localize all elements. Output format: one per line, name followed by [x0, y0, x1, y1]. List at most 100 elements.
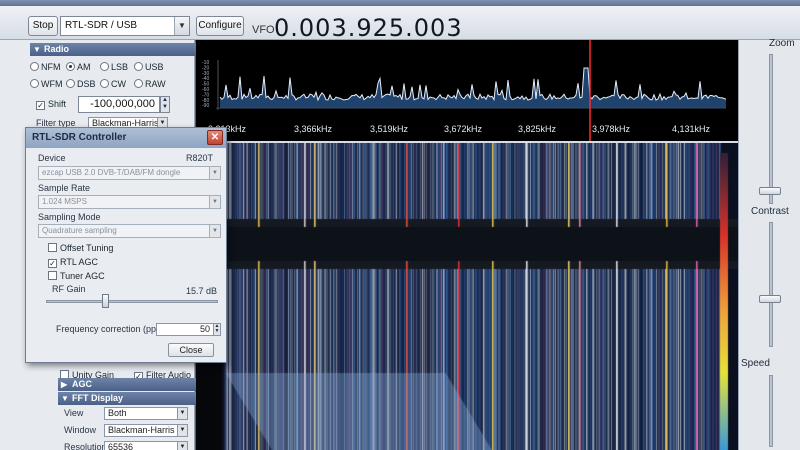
rtl-sdr-controller-dialog: RTL-SDR Controller ✕ Device R820T ezcap …: [25, 127, 227, 363]
shift-checkbox-box: ✓: [36, 101, 45, 110]
chevron-down-icon: ▼: [177, 442, 187, 450]
close-button[interactable]: Close: [168, 343, 214, 357]
mode-radio-raw[interactable]: RAW: [134, 79, 166, 89]
zoom-slider-track[interactable]: [769, 54, 773, 204]
chevron-down-icon: ▼: [209, 167, 220, 179]
rtl-agc-label: RTL AGC: [60, 257, 99, 267]
sample-rate-select[interactable]: 1.024 MSPS ▼: [38, 195, 221, 209]
mode-label: LSB: [111, 62, 129, 72]
resolution-select[interactable]: 65536 ▼: [104, 441, 188, 450]
agc-section-title: AGC: [72, 379, 92, 389]
rf-gain-label: RF Gain: [52, 284, 86, 294]
offset-tuning-checkbox[interactable]: Offset Tuning: [48, 243, 113, 253]
frequency-tick-label: 3,519kHz: [370, 124, 409, 134]
rtl-agc-checkbox[interactable]: ✓ RTL AGC: [48, 257, 98, 268]
source-select-value: RTL-SDR / USB: [65, 20, 138, 31]
stop-button[interactable]: Stop: [28, 16, 58, 36]
rf-gain-value: 15.7 dB: [186, 286, 218, 296]
spectrum-analyzer[interactable]: -10-20-30-40-50-60-70-80-90 3,213kHz 3,36…: [196, 40, 738, 143]
sampling-mode-value: Quadrature sampling: [42, 226, 117, 235]
mode-radio-dsb[interactable]: DSB: [66, 79, 96, 89]
window-select[interactable]: Blackman-Harris ▼: [104, 424, 188, 437]
view-select[interactable]: Both ▼: [104, 407, 188, 420]
close-icon[interactable]: ✕: [207, 130, 223, 145]
radio-section-title: Radio: [44, 44, 70, 54]
radio-dot: [134, 79, 143, 88]
offset-tuning-label: Offset Tuning: [60, 243, 114, 253]
tuner-agc-checkbox-box: [48, 271, 57, 280]
configure-button[interactable]: Configure: [196, 16, 244, 36]
mode-radio-cw[interactable]: CW: [100, 79, 126, 89]
mode-label: USB: [145, 62, 164, 72]
resolution-value: 65536: [108, 442, 134, 450]
chevron-down-icon: ▼: [33, 45, 41, 54]
frequency-tick-label: 3,366kHz: [294, 124, 333, 134]
contrast-slider-track[interactable]: [769, 222, 773, 347]
chevron-right-icon: ▶: [61, 380, 68, 389]
right-panel: Zoom Contrast Speed: [738, 38, 800, 450]
frequency-correction-input[interactable]: 50: [156, 323, 214, 336]
zoom-label: Zoom: [769, 38, 795, 49]
zoom-slider-thumb[interactable]: [759, 187, 781, 195]
mode-label: AM: [77, 62, 91, 72]
sampling-mode-select[interactable]: Quadrature sampling ▼: [38, 224, 221, 238]
shift-checkbox[interactable]: ✓ Shift: [36, 99, 66, 110]
rf-gain-slider-track[interactable]: [46, 300, 218, 303]
vfo-label: VFO: [252, 24, 275, 36]
mode-radio-nfm[interactable]: NFM: [30, 62, 61, 72]
offset-tuning-checkbox-box: [48, 243, 57, 252]
frequency-tick-label: 4,131kHz: [672, 124, 711, 134]
db-tick-label: -90: [202, 103, 209, 109]
vfo-frequency-display[interactable]: 0.003.925.003: [274, 14, 463, 42]
mode-label: CW: [111, 79, 126, 89]
fft-display-section-title: FFT Display: [72, 393, 124, 403]
view-label: View: [64, 408, 84, 418]
window-value: Blackman-Harris: [108, 425, 175, 435]
tuner-agc-checkbox[interactable]: Tuner AGC: [48, 271, 105, 281]
shift-input[interactable]: -100,000,000: [78, 96, 160, 113]
radio-section-header[interactable]: ▼ Radio: [30, 43, 196, 56]
radio-dot: [30, 79, 39, 88]
mode-radio-am[interactable]: AM: [66, 62, 91, 72]
tuner-agc-label: Tuner AGC: [60, 271, 105, 281]
mode-label: DSB: [77, 79, 96, 89]
chevron-down-icon: ▼: [209, 225, 220, 237]
mode-label: WFM: [41, 79, 63, 89]
contrast-slider-thumb[interactable]: [759, 295, 781, 303]
frequency-correction-label: Frequency correction (ppm): [56, 324, 167, 334]
frequency-tick-label: 3,672kHz: [444, 124, 483, 134]
shift-label: Shift: [48, 99, 67, 109]
waterfall-display[interactable]: [196, 143, 738, 450]
mode-label: RAW: [145, 79, 166, 89]
mode-label: NFM: [41, 62, 61, 72]
chevron-down-icon: ▼: [177, 408, 187, 419]
radio-dot: [100, 79, 109, 88]
chevron-down-icon: ▼: [174, 17, 189, 35]
chevron-down-icon: ▼: [61, 394, 69, 403]
frequency-tick-label: 3,978kHz: [592, 124, 631, 134]
radio-dot: [66, 79, 75, 88]
device-value: ezcap USB 2.0 DVB-T/DAB/FM dongle: [42, 168, 181, 177]
agc-section-header[interactable]: ▶ AGC: [58, 378, 196, 391]
mode-radio-lsb[interactable]: LSB: [100, 62, 128, 72]
source-select[interactable]: RTL-SDR / USB ▼: [60, 16, 190, 36]
speed-slider-track[interactable]: [769, 375, 773, 447]
rf-gain-slider-thumb[interactable]: [102, 294, 109, 308]
device-select[interactable]: ezcap USB 2.0 DVB-T/DAB/FM dongle ▼: [38, 166, 221, 180]
resolution-label: Resolution: [64, 442, 107, 450]
shift-spinner[interactable]: ▲ ▼: [160, 96, 170, 113]
fft-display-section-header[interactable]: ▼ FFT Display: [58, 392, 196, 405]
frequency-correction-spinner[interactable]: ▲ ▼: [213, 323, 221, 336]
rtl-agc-checkbox-box: ✓: [48, 259, 57, 268]
radio-dot: [100, 62, 109, 71]
chevron-down-icon: ▼: [177, 425, 187, 436]
db-scale: -10-20-30-40-50-60-70-80-90: [202, 60, 209, 109]
dialog-title[interactable]: RTL-SDR Controller: [26, 128, 226, 148]
mode-radio-usb[interactable]: USB: [134, 62, 164, 72]
speed-label: Speed: [741, 358, 770, 369]
radio-dot: [30, 62, 39, 71]
window-label: Window: [64, 425, 97, 435]
mode-radio-wfm[interactable]: WFM: [30, 79, 63, 89]
device-label: Device: [38, 153, 66, 163]
sample-rate-value: 1.024 MSPS: [42, 197, 87, 206]
